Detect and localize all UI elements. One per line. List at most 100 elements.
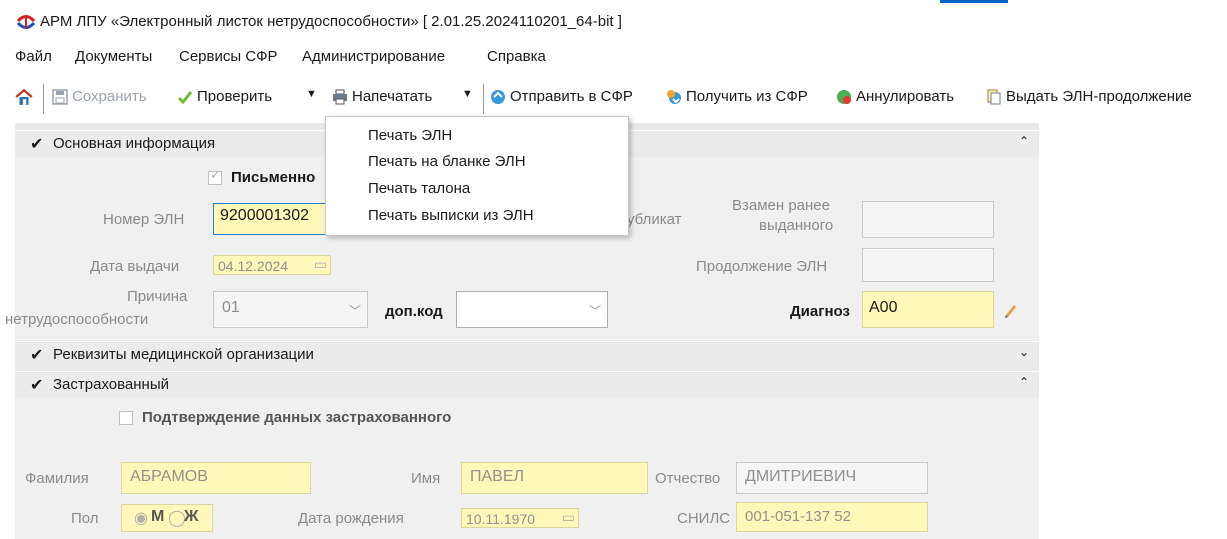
section-check-icon: ✔ [30, 136, 44, 153]
title-accent-line [940, 0, 1008, 3]
issue-continuation-button[interactable]: Выдать ЭЛН-продолжение [986, 88, 1192, 105]
gender-m-label: М [151, 508, 165, 525]
pencil-icon[interactable] [1003, 302, 1019, 318]
menu-sfr-services[interactable]: Сервисы СФР [179, 48, 278, 65]
collapse-icon[interactable]: ⌃ [1019, 375, 1029, 389]
checkmark-icon [177, 90, 193, 104]
birth-date-value: 10.11.1970 [466, 511, 536, 527]
snils-field[interactable]: 001-051-137 52 [736, 502, 928, 532]
menu-item-print-eln[interactable]: Печать ЭЛН [368, 127, 452, 144]
home-icon [15, 88, 33, 105]
section-insured-title: Застрахованный [53, 376, 170, 393]
annul-button[interactable]: Аннулировать [836, 88, 954, 105]
save-label: Сохранить [72, 88, 147, 105]
printer-icon [333, 89, 347, 104]
menu-item-print-on-form[interactable]: Печать на бланке ЭЛН [368, 153, 526, 170]
section-check-icon: ✔ [30, 377, 44, 394]
section-basic-title: Основная информация [53, 135, 216, 152]
number-label: Номер ЭЛН [103, 211, 185, 228]
number-field[interactable]: 9200001302 [213, 203, 333, 235]
print-dropdown-menu: Печать ЭЛН Печать на бланке ЭЛН Печать т… [325, 116, 629, 236]
save-icon [52, 88, 68, 105]
window-title: АРМ ЛПУ «Электронный листок нетрудоспосо… [40, 13, 622, 30]
continuation-label: Продолжение ЭЛН [696, 258, 828, 275]
annul-icon [837, 89, 851, 104]
sfr-logo-icon [16, 15, 36, 29]
confirm-insured-checkbox[interactable] [119, 411, 133, 425]
toolbar-separator [43, 84, 44, 114]
menu-help[interactable]: Справка [487, 48, 546, 65]
menu-item-print-extract[interactable]: Печать выписки из ЭЛН [368, 207, 534, 224]
home-button[interactable] [15, 88, 33, 106]
check-button[interactable]: Проверить [177, 88, 272, 105]
receive-from-sfr-button[interactable]: Получить из СФР [666, 88, 808, 105]
menu-item-print-coupon[interactable]: Печать талона [368, 180, 470, 197]
section-medorg-header[interactable]: ✔ Реквизиты медицинской организации ⌄ [15, 341, 1039, 368]
print-button[interactable]: Напечатать [332, 88, 432, 105]
checkmark-icon: ✓ [210, 167, 221, 182]
gender-radio-group: ◉ М ◯ Ж [121, 504, 213, 532]
patronymic-field[interactable]: ДМИТРИЕВИЧ [736, 462, 928, 494]
snils-label: СНИЛС [677, 510, 731, 527]
issue-continuation-label: Выдать ЭЛН-продолжение [1006, 88, 1192, 105]
receive-label: Получить из СФР [686, 88, 808, 105]
collapse-icon[interactable]: ⌃ [1019, 134, 1029, 148]
section-check-icon: ✔ [30, 347, 44, 364]
receive-icon [667, 89, 681, 104]
reason-select[interactable]: 01 ﹀ [213, 291, 368, 328]
check-dropdown-button[interactable]: ▼ [306, 88, 317, 100]
expand-icon[interactable]: ⌄ [1019, 345, 1029, 359]
issue-date-value: 04.12.2024 [218, 258, 289, 274]
calendar-icon[interactable]: ▭ [314, 256, 327, 273]
chevron-down-icon: ﹀ [348, 304, 361, 318]
send-globe-icon [491, 89, 505, 104]
section-insured-body: Подтверждение данных застрахованного Фам… [15, 398, 1039, 539]
replace-label-line1: Взамен ранее [732, 197, 830, 214]
send-to-sfr-button[interactable]: Отправить в СФР [490, 88, 633, 105]
extra-code-select[interactable]: ﹀ [456, 291, 608, 328]
reason-label-line2: нетрудоспособности [5, 311, 149, 328]
chevron-down-icon: ▼ [462, 88, 473, 100]
title-bar: АРМ ЛПУ «Электронный листок нетрудоспосо… [0, 0, 1227, 40]
reason-label-line1: Причина [127, 288, 188, 305]
menu-administration[interactable]: Администрирование [302, 48, 445, 65]
confirm-insured-label: Подтверждение данных застрахованного [142, 409, 452, 426]
check-label: Проверить [197, 88, 273, 105]
patronymic-label: Отчество [655, 470, 721, 487]
menu-bar: Файл Документы Сервисы СФР Администриров… [0, 44, 1227, 72]
replace-field[interactable] [862, 201, 994, 238]
continuation-field[interactable] [862, 248, 994, 282]
name-field[interactable]: ПАВЕЛ [461, 462, 648, 494]
extra-code-label: доп.код [385, 303, 443, 320]
diagnosis-label: Диагноз [790, 303, 850, 320]
toolbar: Сохранить Проверить ▼ Напечатать ▼ Отпра… [0, 82, 1227, 118]
toolbar-separator [483, 84, 484, 114]
chevron-down-icon: ▼ [306, 88, 317, 100]
chevron-down-icon: ﹀ [588, 304, 601, 318]
surname-label: Фамилия [25, 470, 89, 487]
gender-m-radio[interactable]: ◉ [134, 508, 148, 528]
menu-documents[interactable]: Документы [75, 48, 152, 65]
print-dropdown-button[interactable]: ▼ [462, 88, 473, 100]
document-copy-icon [987, 89, 1001, 104]
section-insured-header[interactable]: ✔ Застрахованный ⌃ [15, 371, 1039, 398]
print-label: Напечатать [352, 88, 433, 105]
save-button[interactable]: Сохранить [52, 88, 147, 105]
section-medorg-title: Реквизиты медицинской организации [53, 346, 314, 363]
duplicate-label: убликат [627, 211, 682, 228]
calendar-icon[interactable]: ▭ [562, 509, 575, 526]
written-label: Письменно [231, 169, 316, 186]
reason-value: 01 [222, 299, 240, 316]
issue-date-field[interactable]: 04.12.2024 ▭ [213, 255, 331, 275]
birth-date-field[interactable]: 10.11.1970 ▭ [461, 508, 579, 528]
menu-file[interactable]: Файл [15, 48, 52, 65]
surname-field[interactable]: АБРАМОВ [121, 462, 311, 494]
issue-date-label: Дата выдачи [90, 258, 180, 275]
gender-f-label: Ж [184, 508, 199, 525]
annul-label: Аннулировать [856, 88, 955, 105]
send-label: Отправить в СФР [510, 88, 633, 105]
birth-date-label: Дата рождения [298, 510, 404, 527]
diagnosis-field[interactable]: A00 [862, 291, 994, 328]
replace-label-line2: выданного [759, 217, 834, 234]
gender-label: Пол [71, 510, 99, 527]
